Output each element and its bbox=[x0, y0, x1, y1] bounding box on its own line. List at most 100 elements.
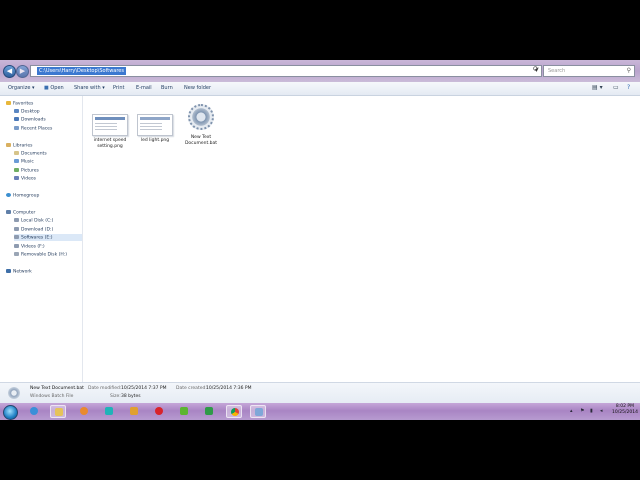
nav-local-c-label: Local Disk (C:) bbox=[21, 218, 54, 224]
taskbar-clock[interactable]: 8:02 PM 10/25/2014 bbox=[612, 404, 638, 416]
nav-desktop[interactable]: Desktop bbox=[14, 109, 40, 115]
new-folder-button[interactable]: New folder bbox=[184, 85, 211, 91]
opera-icon bbox=[155, 407, 163, 415]
help-icon[interactable]: ? bbox=[627, 84, 630, 91]
window-icon bbox=[255, 408, 263, 416]
nav-desktop-label: Desktop bbox=[21, 109, 40, 115]
organize-label: Organize bbox=[8, 85, 31, 91]
nav-softwares-e-label: Softwares (E:) bbox=[21, 235, 53, 241]
command-bar: Organize ▾ ■ Open Share with ▾ Print E-m… bbox=[0, 82, 640, 96]
utorrent-icon bbox=[180, 407, 188, 415]
nav-network[interactable]: Network bbox=[6, 269, 32, 275]
nav-computer[interactable]: Computer bbox=[6, 210, 35, 216]
address-input[interactable]: C:\Users\Harry\Desktop\Softwares ▾ bbox=[30, 65, 542, 77]
tray-network-icon[interactable]: ▮ bbox=[590, 408, 593, 414]
downloads-icon bbox=[14, 117, 19, 121]
nav-recent-label: Recent Places bbox=[21, 126, 53, 132]
nav-recent-places[interactable]: Recent Places bbox=[14, 126, 52, 132]
nav-favorites-label: Favorites bbox=[13, 101, 34, 107]
drive-icon bbox=[14, 235, 19, 239]
tray-chevron-up-icon[interactable]: ▴ bbox=[570, 408, 573, 414]
email-button[interactable]: E-mail bbox=[136, 85, 152, 91]
tray-flag-icon[interactable]: ⚑ bbox=[580, 408, 584, 414]
videos-icon bbox=[14, 176, 19, 180]
nav-documents[interactable]: Documents bbox=[14, 151, 47, 157]
nav-pictures[interactable]: Pictures bbox=[14, 168, 39, 174]
star-icon bbox=[6, 101, 11, 105]
nav-music[interactable]: Music bbox=[14, 159, 34, 165]
file-label: internet speed setting.png bbox=[93, 138, 127, 149]
file-item[interactable]: led light.png bbox=[135, 114, 175, 144]
internet-explorer-icon bbox=[30, 407, 38, 415]
address-path-selected[interactable]: C:\Users\Harry\Desktop\Softwares bbox=[37, 67, 126, 75]
taskbar-chrome[interactable] bbox=[226, 405, 242, 418]
details-modified-value: 10/25/2014 7:37 PM bbox=[121, 386, 167, 391]
drive-icon bbox=[14, 218, 19, 222]
taskbar-app-teal[interactable] bbox=[101, 405, 117, 418]
details-pane: New Text Document.bat Windows Batch File… bbox=[0, 382, 640, 403]
batch-file-gear-icon bbox=[188, 104, 214, 130]
nav-videos-f[interactable]: Videos (F:) bbox=[14, 244, 45, 250]
nav-pictures-label: Pictures bbox=[21, 168, 39, 174]
nav-download-d-label: Download (D:) bbox=[21, 227, 54, 233]
image-thumbnail bbox=[92, 114, 128, 136]
burn-button[interactable]: Burn bbox=[161, 85, 173, 91]
nav-music-label: Music bbox=[21, 159, 34, 165]
preview-pane-icon[interactable]: ▭ bbox=[613, 84, 619, 91]
open-label: Open bbox=[50, 85, 64, 91]
taskbar: ▴ ⚑ ▮ ◂ 8:02 PM 10/25/2014 bbox=[0, 403, 640, 420]
start-button[interactable] bbox=[3, 405, 18, 420]
music-icon bbox=[14, 159, 19, 163]
nav-homegroup[interactable]: Homegroup bbox=[6, 193, 39, 199]
image-thumbnail bbox=[137, 114, 173, 136]
homegroup-icon bbox=[6, 193, 11, 197]
nav-local-disk-c[interactable]: Local Disk (C:) bbox=[14, 218, 53, 224]
nav-removable-h[interactable]: Removable Disk (H:) bbox=[14, 252, 67, 258]
nav-videos-label: Videos bbox=[21, 176, 36, 182]
app-icon bbox=[105, 407, 113, 415]
nav-computer-label: Computer bbox=[13, 210, 36, 216]
taskbar-ie[interactable] bbox=[26, 405, 42, 418]
file-item[interactable]: internet speed setting.png bbox=[90, 114, 130, 149]
computer-icon bbox=[6, 210, 11, 214]
documents-icon bbox=[14, 151, 19, 155]
back-button[interactable]: ◀ bbox=[3, 65, 16, 78]
nav-softwares-e[interactable]: Softwares (E:) bbox=[14, 235, 52, 241]
nav-videos[interactable]: Videos bbox=[14, 176, 36, 182]
nav-network-label: Network bbox=[13, 269, 32, 275]
print-button[interactable]: Print bbox=[113, 85, 125, 91]
organize-button[interactable]: Organize ▾ bbox=[8, 85, 35, 91]
details-created-label: Date created: bbox=[176, 386, 207, 391]
desktop-icon bbox=[14, 109, 19, 113]
taskbar-app-orange[interactable] bbox=[126, 405, 142, 418]
search-input[interactable]: Search ⚲ bbox=[543, 65, 635, 77]
file-item[interactable]: New Text Document.bat bbox=[181, 104, 221, 146]
nav-favorites[interactable]: Favorites bbox=[6, 101, 33, 107]
taskbar-explorer[interactable] bbox=[50, 405, 66, 418]
usb-drive-icon bbox=[14, 252, 19, 256]
taskbar-utorrent[interactable] bbox=[176, 405, 192, 418]
nav-libraries[interactable]: Libraries bbox=[6, 143, 32, 149]
details-size-value: 38 bytes bbox=[121, 394, 141, 399]
open-button[interactable]: ■ Open bbox=[44, 85, 64, 91]
screen: ◀ ▶ C:\Users\Harry\Desktop\Softwares ▾ ⟳… bbox=[0, 60, 640, 420]
app-icon bbox=[130, 407, 138, 415]
recent-places-icon bbox=[14, 126, 19, 130]
address-bar-row: ◀ ▶ C:\Users\Harry\Desktop\Softwares ▾ ⟳… bbox=[0, 60, 640, 82]
taskbar-media-player[interactable] bbox=[76, 405, 92, 418]
refresh-icon[interactable]: ⟳ bbox=[533, 65, 539, 73]
view-options-icon[interactable]: ▤ ▾ bbox=[592, 84, 603, 91]
taskbar-opera[interactable] bbox=[151, 405, 167, 418]
details-created-value: 10/25/2014 7:36 PM bbox=[206, 386, 252, 391]
taskbar-app-green[interactable] bbox=[201, 405, 217, 418]
nav-download-d[interactable]: Download (D:) bbox=[14, 227, 53, 233]
nav-downloads[interactable]: Downloads bbox=[14, 117, 46, 123]
search-icon[interactable]: ⚲ bbox=[627, 66, 631, 76]
tray-volume-icon[interactable]: ◂ bbox=[600, 408, 603, 414]
batch-file-gear-icon bbox=[8, 387, 20, 399]
taskbar-explorer-window[interactable] bbox=[250, 405, 266, 418]
share-with-button[interactable]: Share with ▾ bbox=[74, 85, 105, 91]
forward-button[interactable]: ▶ bbox=[16, 65, 29, 78]
libraries-icon bbox=[6, 143, 11, 147]
open-icon: ■ bbox=[44, 85, 49, 91]
